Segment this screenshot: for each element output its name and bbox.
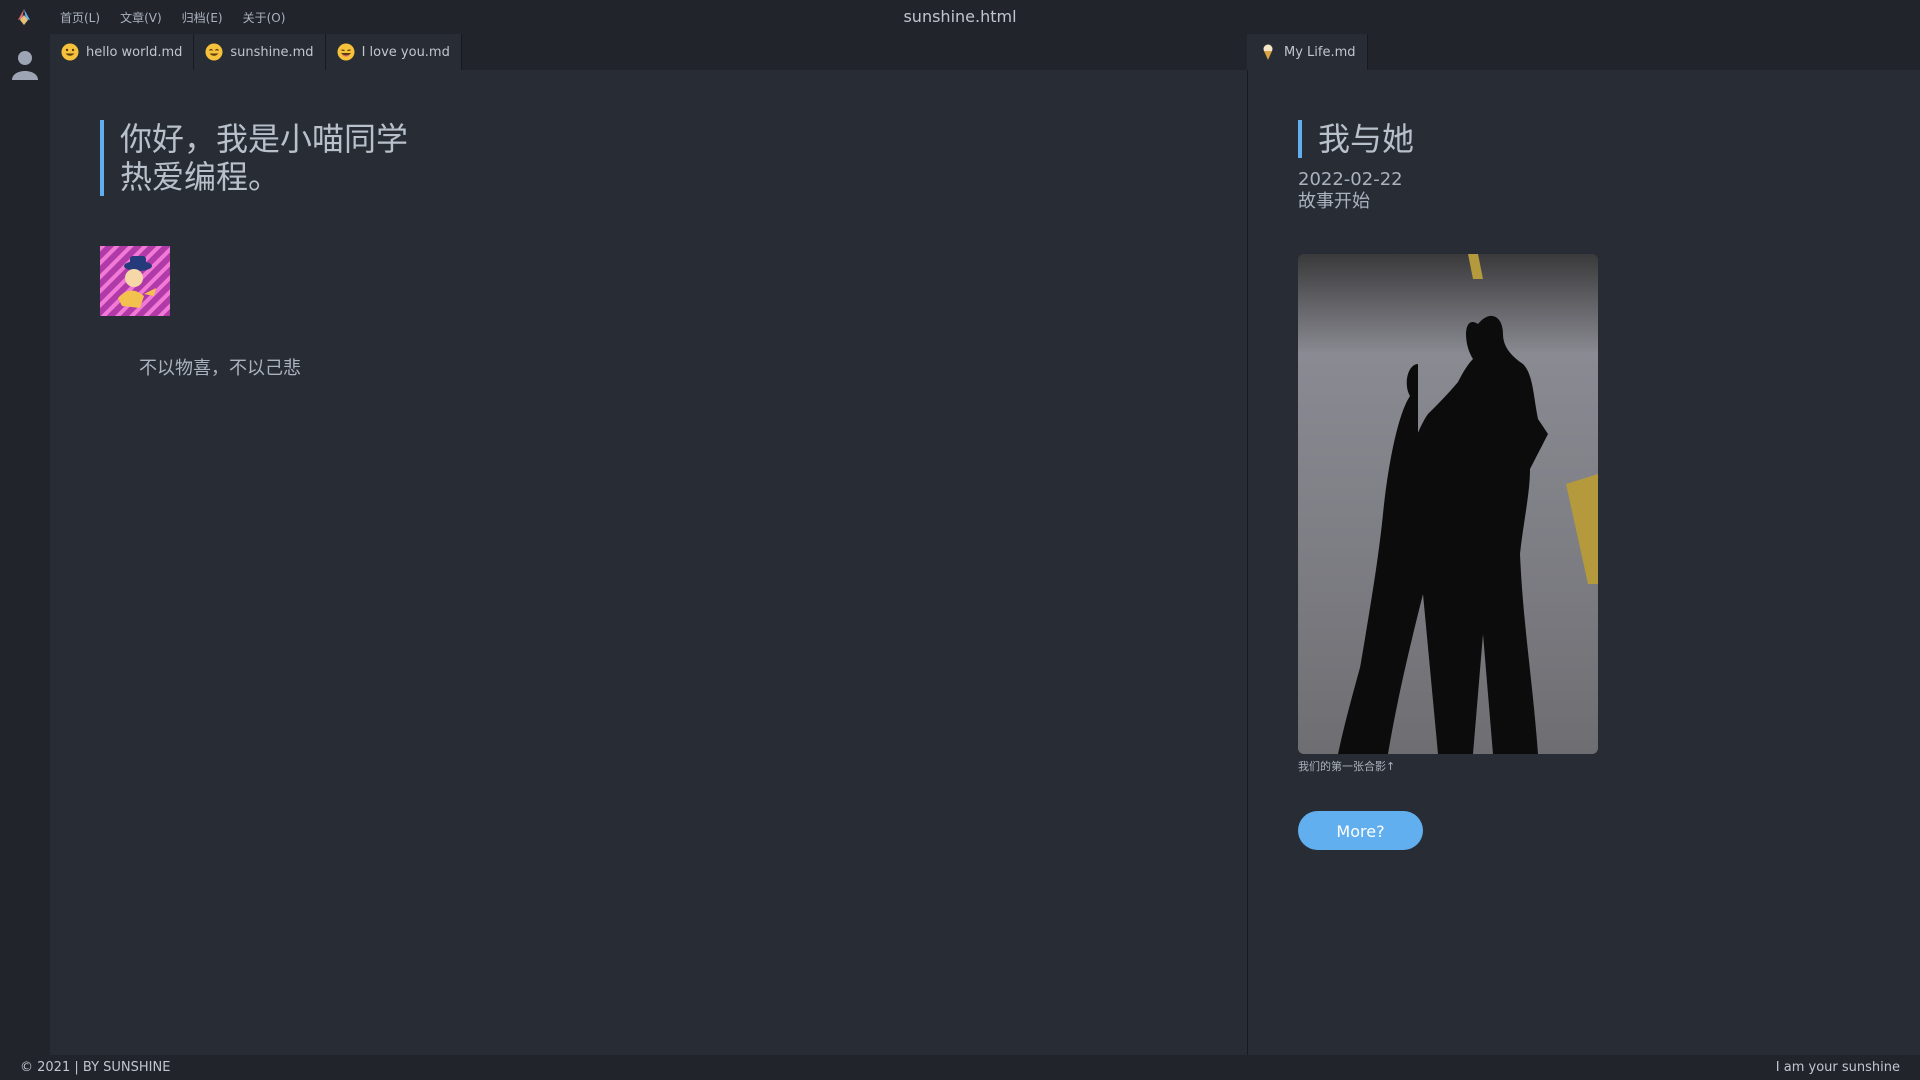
tab-strip-right: My Life.md <box>1248 34 1920 70</box>
tab-sunshine[interactable]: sunshine.md <box>194 34 326 70</box>
avatar <box>100 246 170 316</box>
tagline-text: I am your sunshine <box>1775 1060 1900 1075</box>
story-heading: 我与她 <box>1298 120 1414 158</box>
menu-item-about[interactable]: 关于(O) <box>243 9 286 26</box>
motto-text: 不以物喜，不以己悲 <box>139 358 301 379</box>
grinning-emoji-icon <box>61 43 79 61</box>
menu-item-home[interactable]: 首页(L) <box>60 9 100 26</box>
shadow-photo <box>1298 254 1598 754</box>
laughing-emoji-icon <box>337 43 355 61</box>
photo-caption: 我们的第一张合影↑ <box>1298 760 1396 773</box>
tab-label: I love you.md <box>361 44 450 60</box>
title-bar: 首页(L) 文章(V) 归档(E) 关于(O) sunshine.html <box>0 0 1920 34</box>
tab-label: My Life.md <box>1284 44 1356 60</box>
intro-line-2: 热爱编程。 <box>120 158 281 196</box>
menu-item-archive[interactable]: 归档(E) <box>182 9 223 26</box>
activity-bar <box>0 34 50 1055</box>
tab-hello-world[interactable]: hello world.md <box>50 34 195 70</box>
user-icon[interactable] <box>12 50 38 80</box>
story-subtitle: 故事开始 <box>1298 191 1370 212</box>
editor-pane-left: 你好，我是小喵同学 热爱编程。 不以物喜，不以己悲 <box>50 70 1247 1055</box>
menu-item-articles[interactable]: 文章(V) <box>120 9 162 26</box>
tab-label: sunshine.md <box>230 44 314 60</box>
smiling-emoji-icon <box>205 43 223 61</box>
tab-i-love-you[interactable]: I love you.md <box>325 34 462 70</box>
story-date: 2022-02-22 <box>1298 169 1403 190</box>
app-logo-icon[interactable] <box>14 8 34 26</box>
intro-line-1: 你好，我是小喵同学 <box>120 120 409 158</box>
tab-strip-left: hello world.md sunshine.md I love you.md <box>50 34 1247 70</box>
icecream-icon <box>1263 44 1273 60</box>
window-title: sunshine.html <box>903 7 1017 26</box>
menu-bar: 首页(L) 文章(V) 归档(E) 关于(O) <box>60 0 285 34</box>
tab-label: hello world.md <box>86 44 183 60</box>
editor-pane-right: 我与她 2022-02-22 故事开始 我们的第一张合影↑ More? <box>1248 70 1920 1055</box>
intro-blockquote: 你好，我是小喵同学 热爱编程。 <box>100 120 408 196</box>
status-bar: © 2021 | BY SUNSHINE I am your sunshine <box>0 1055 1920 1080</box>
tab-my-life[interactable]: My Life.md <box>1248 34 1368 70</box>
more-button[interactable]: More? <box>1298 811 1423 850</box>
copyright-text: © 2021 | BY SUNSHINE <box>20 1060 171 1075</box>
